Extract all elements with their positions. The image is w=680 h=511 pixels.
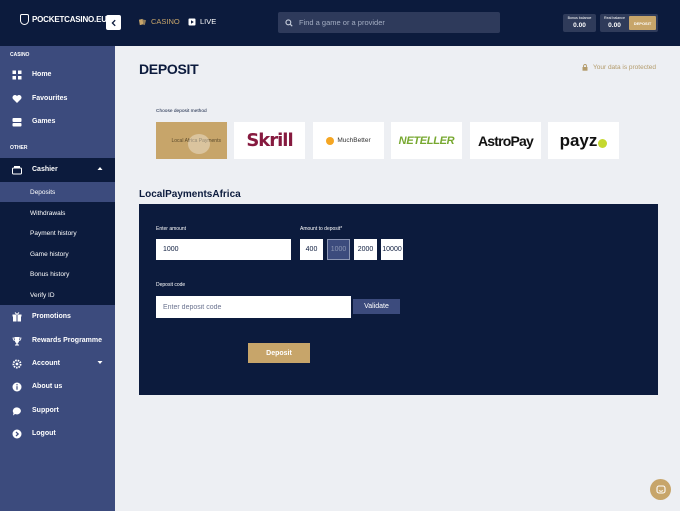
method-local-africa-payments[interactable]: Local Africa Payments: [156, 122, 227, 159]
sidebar-item-label: Promotions: [32, 313, 71, 320]
chat-icon: [655, 484, 666, 494]
enter-amount-label: Enter amount: [156, 226, 187, 232]
amount-to-deposit-label: Amount to deposit*: [300, 226, 343, 232]
logout-icon: [11, 428, 22, 439]
games-icon: [11, 116, 22, 127]
search-input[interactable]: Find a game or a provider: [278, 12, 500, 33]
bonus-balance-label: Bonus balance: [567, 16, 592, 20]
sidebar-item-label: Home: [32, 71, 52, 78]
choose-method-label: Choose deposit method: [156, 109, 207, 114]
muchbetter-logo: MuchBetter: [326, 136, 371, 145]
nav-casino[interactable]: CASINO: [138, 17, 180, 26]
sidebar-subitem-verify-id[interactable]: Verify ID: [30, 292, 55, 299]
lock-icon: [582, 64, 588, 71]
method-muchbetter[interactable]: MuchBetter: [313, 122, 384, 159]
sidebar-item-about[interactable]: About us: [0, 375, 115, 398]
nav-live-label: LIVE: [200, 17, 217, 26]
trophy-icon: [11, 335, 22, 346]
bonus-balance-value: 0.00: [573, 22, 586, 29]
astropay-logo: AstroPay: [477, 132, 534, 149]
sidebar-subitem-deposits[interactable]: Deposits: [30, 189, 55, 196]
validate-button[interactable]: Validate: [353, 299, 400, 314]
neteller-logo: NETELLER: [398, 134, 455, 147]
method-payz[interactable]: payz: [548, 122, 619, 159]
preset-2000-button[interactable]: 2000: [354, 239, 377, 260]
sidebar-item-label: Support: [32, 407, 59, 414]
header-deposit-button[interactable]: DEPOSIT: [629, 16, 656, 30]
chat-launcher-button[interactable]: [650, 479, 671, 500]
skrill-logo: Skrill: [246, 130, 293, 151]
logo[interactable]: POCKETCASINO.EU: [20, 14, 107, 25]
sidebar-section-other: OTHER: [10, 145, 28, 151]
pocket-logo-icon: [20, 14, 29, 25]
heart-icon: [11, 93, 22, 104]
cards-icon: [138, 18, 147, 25]
sidebar-item-games[interactable]: Games: [0, 110, 115, 133]
real-balance-value: 0.00: [608, 22, 621, 29]
nav-casino-label: CASINO: [151, 17, 180, 26]
cashier-icon: [11, 164, 22, 175]
sidebar-subitem-withdrawals[interactable]: Withdrawals: [30, 210, 65, 217]
sidebar-item-home[interactable]: Home: [0, 63, 115, 86]
sidebar-subitem-bonus-history[interactable]: Bonus history: [30, 271, 69, 278]
method-skrill[interactable]: Skrill: [234, 122, 305, 159]
deposit-submit-button[interactable]: Deposit: [248, 343, 310, 363]
chevron-down-icon: [97, 360, 103, 367]
sidebar-item-label: Favourites: [32, 95, 68, 102]
payment-section-title: LocalPaymentsAfrica: [139, 189, 241, 200]
sidebar-item-label: Cashier: [32, 166, 58, 173]
search-placeholder: Find a game or a provider: [299, 18, 385, 27]
info-icon: [11, 381, 22, 392]
local-africa-payments-logo: Local Africa Payments: [162, 133, 222, 154]
payz-logo: payz: [560, 131, 608, 151]
search-icon: [285, 18, 293, 27]
preset-400-button[interactable]: 400: [300, 239, 323, 260]
data-protected-notice: Your data is protected: [582, 64, 656, 71]
sidebar-item-label: Games: [32, 118, 56, 125]
sidebar-subitem-game-history[interactable]: Game history: [30, 251, 69, 258]
nav-live[interactable]: LIVE: [188, 17, 216, 26]
sidebar-subitem-active-bg: [0, 182, 115, 202]
sidebar-item-label: Logout: [32, 430, 56, 437]
chevron-left-icon: [110, 19, 116, 26]
method-astropay[interactable]: AstroPay: [470, 122, 541, 159]
collapse-sidebar-button[interactable]: [106, 15, 121, 30]
preset-10000-button[interactable]: 10000: [381, 239, 403, 260]
sidebar-item-account[interactable]: Account: [0, 352, 115, 375]
sidebar-item-support[interactable]: Support: [0, 399, 115, 422]
chevron-up-icon: [97, 166, 103, 173]
sidebar-item-logout[interactable]: Logout: [0, 422, 115, 445]
sidebar-item-cashier[interactable]: Cashier: [0, 158, 115, 181]
muchbetter-mark-icon: [326, 136, 335, 145]
sidebar-item-favourites[interactable]: Favourites: [0, 87, 115, 110]
sidebar-subitem-payment-history[interactable]: Payment history: [30, 230, 77, 237]
payz-dot-icon: [598, 139, 608, 148]
support-icon: [11, 405, 22, 416]
real-balance-label: Real balance: [604, 16, 625, 20]
logo-text: POCKETCASINO.EU: [32, 15, 107, 24]
top-bar: POCKETCASINO.EU CASINO LIVE Find a game …: [0, 0, 680, 46]
deposit-code-label: Deposit code: [156, 282, 186, 288]
sidebar-item-rewards[interactable]: Rewards Programme: [0, 329, 115, 352]
bonus-balance: Bonus balance 0.00: [563, 14, 596, 32]
gear-icon: [11, 358, 22, 369]
data-protected-text: Your data is protected: [593, 64, 656, 71]
sidebar: CASINO Home Favourites Games OTHER Cashi…: [0, 46, 115, 511]
preset-1000-button[interactable]: 1000: [327, 239, 350, 260]
live-icon: [188, 18, 196, 25]
sidebar-item-label: Account: [32, 360, 60, 367]
sidebar-item-label: Rewards Programme: [32, 337, 103, 344]
grid-icon: [11, 69, 22, 80]
sidebar-item-label: About us: [32, 383, 63, 390]
deposit-code-input[interactable]: [156, 296, 351, 318]
gift-icon: [11, 311, 22, 322]
amount-input[interactable]: [156, 239, 291, 260]
method-neteller[interactable]: NETELLER: [391, 122, 462, 159]
cashier-menu: Cashier Deposits Withdrawals Payment his…: [0, 158, 115, 305]
sidebar-item-promotions[interactable]: Promotions: [0, 305, 115, 328]
sidebar-section-casino: CASINO: [10, 52, 30, 58]
page-title: DEPOSIT: [139, 61, 199, 77]
